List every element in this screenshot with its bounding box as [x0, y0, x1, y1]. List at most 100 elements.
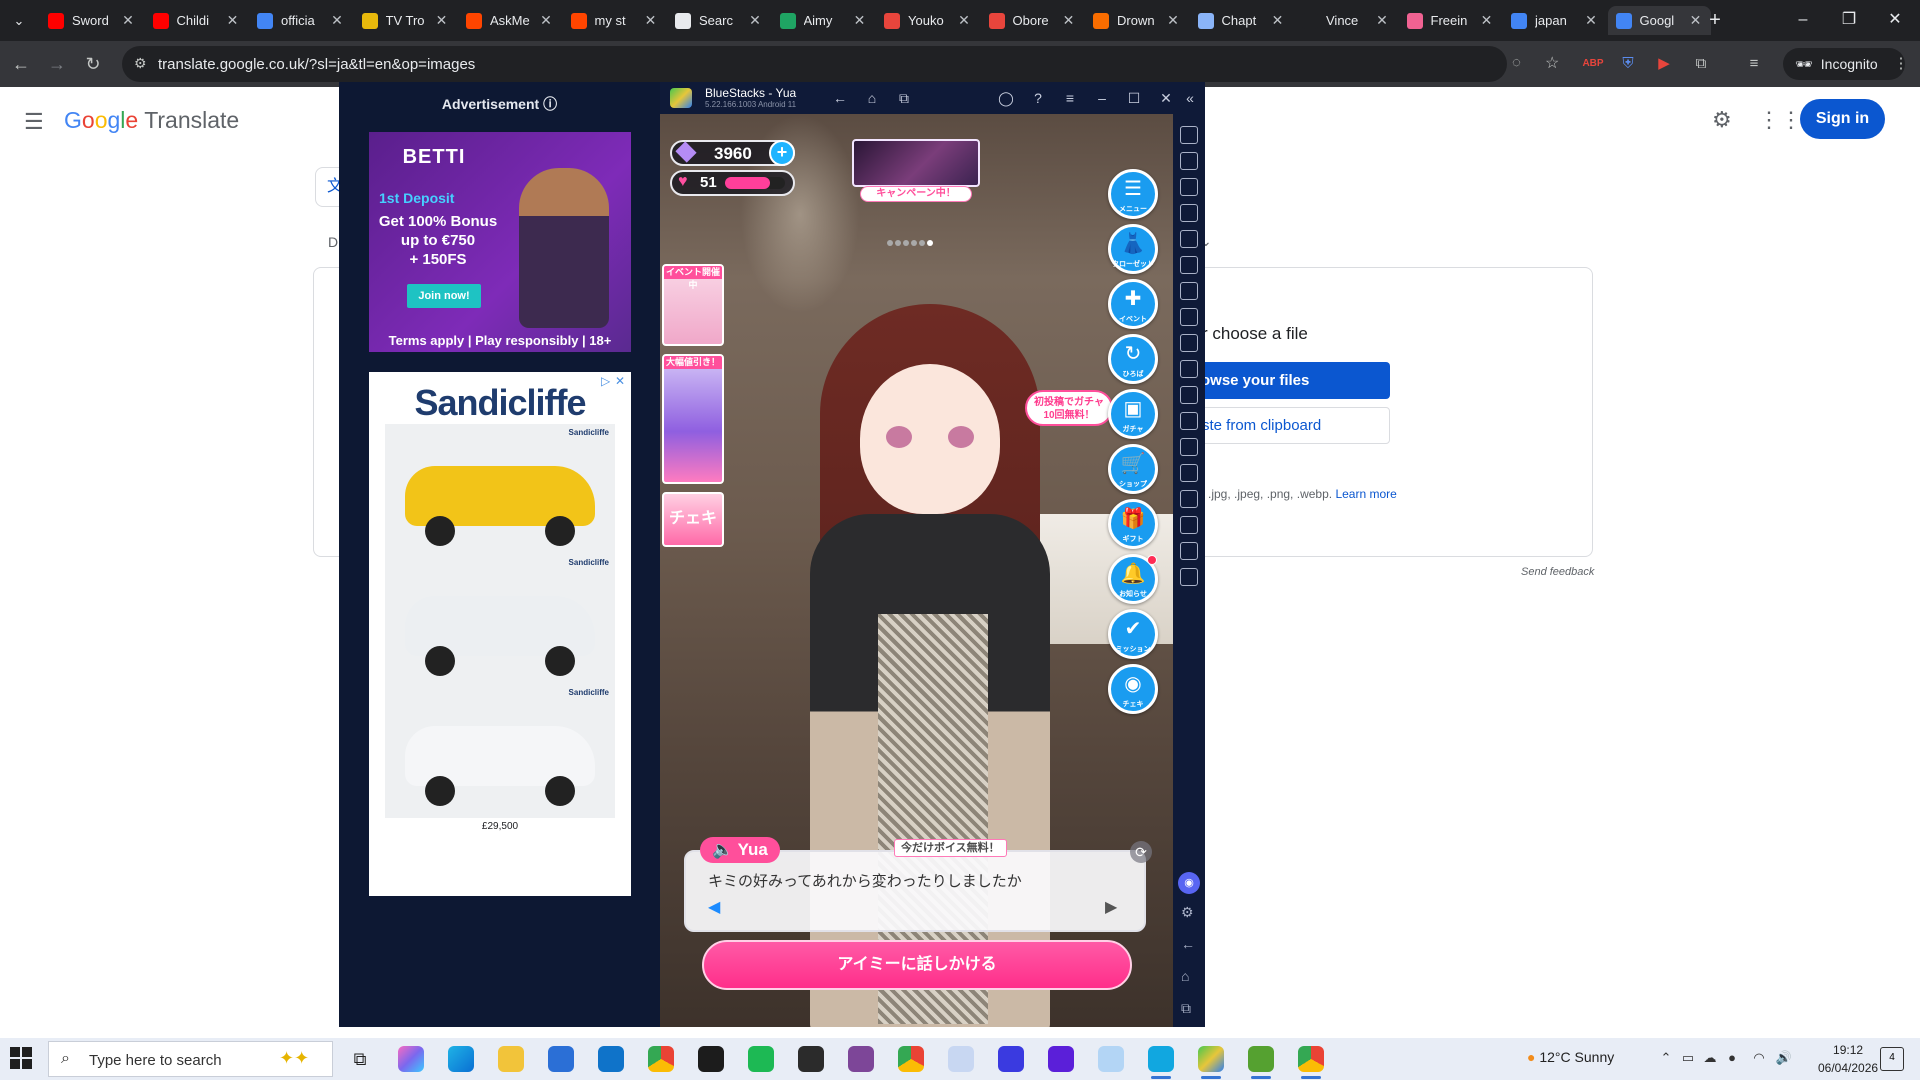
macro-icon[interactable]: [1180, 230, 1198, 248]
sign-in-button[interactable]: Sign in: [1800, 99, 1885, 139]
restore-button[interactable]: ❐: [1834, 8, 1864, 32]
spotify-icon[interactable]: [748, 1046, 774, 1072]
cheki-pack-banner[interactable]: チェキパック: [662, 492, 724, 547]
game-side-button[interactable]: ☰ メニュー: [1108, 169, 1158, 219]
banner-page-dot[interactable]: [887, 240, 893, 246]
add-gems-button[interactable]: +: [769, 140, 795, 166]
car-listing-image[interactable]: Sandicliffe: [385, 554, 615, 688]
browser-tab[interactable]: Googl ✕: [1607, 6, 1711, 35]
minecraft-icon[interactable]: [1248, 1046, 1274, 1072]
browser-tab[interactable]: Vince ✕: [1294, 6, 1397, 35]
browse-files-button[interactable]: owse your files: [1175, 362, 1390, 399]
fullscreen-icon[interactable]: [1180, 126, 1198, 144]
game-side-button[interactable]: ▣ ガチャ: [1108, 389, 1158, 439]
protonvpn-icon[interactable]: [998, 1046, 1024, 1072]
screenshot-icon[interactable]: [1180, 334, 1198, 352]
browser-tab[interactable]: Childi ✕: [145, 6, 248, 35]
home-icon[interactable]: ⌂: [862, 88, 882, 108]
tab-close-icon[interactable]: ✕: [1166, 12, 1180, 29]
game-side-button[interactable]: 👗 クローゼット: [1108, 224, 1158, 274]
notes-icon[interactable]: [1098, 1046, 1124, 1072]
banner-page-dot[interactable]: [903, 240, 909, 246]
google-translate-logo[interactable]: Google Translate: [64, 107, 239, 134]
tab-close-icon[interactable]: ✕: [226, 12, 240, 29]
browser-tab[interactable]: officia ✕: [249, 6, 352, 35]
apk-icon[interactable]: [1180, 308, 1198, 326]
tab-close-icon[interactable]: ✕: [957, 12, 971, 29]
paint-icon[interactable]: [948, 1046, 974, 1072]
weather-widget[interactable]: ● 12°C Sunny: [1527, 1049, 1614, 1065]
next-line-icon[interactable]: ▶: [1105, 897, 1117, 917]
game-side-button[interactable]: ↻ ひろば: [1108, 334, 1158, 384]
browser-tab[interactable]: TV Tro ✕: [354, 6, 457, 35]
speaker-name-tag[interactable]: 🔈 Yua: [700, 837, 780, 863]
tab-search-icon[interactable]: ⌄: [6, 8, 32, 34]
microphone-icon[interactable]: ●: [1723, 1049, 1741, 1067]
help-icon[interactable]: ?: [1028, 88, 1048, 108]
banner-page-dot[interactable]: [895, 240, 901, 246]
tab-close-icon[interactable]: ✕: [853, 12, 867, 29]
account-icon[interactable]: ◯: [996, 88, 1016, 108]
tab-close-icon[interactable]: ✕: [1375, 12, 1389, 29]
video-extension-icon[interactable]: ▶: [1653, 53, 1675, 75]
send-feedback-link[interactable]: Send feedback: [1521, 566, 1594, 578]
generic-app-icon[interactable]: [1148, 1046, 1174, 1072]
rotate-icon[interactable]: [1180, 256, 1198, 274]
tab-close-icon[interactable]: ✕: [1480, 12, 1494, 29]
bluestacks-icon[interactable]: [1198, 1046, 1224, 1072]
tab-close-icon[interactable]: ✕: [330, 12, 344, 29]
menu-icon[interactable]: ≡: [1060, 88, 1080, 108]
bs-close-icon[interactable]: ✕: [1156, 88, 1176, 108]
game-side-button[interactable]: 🔔 お知らせ: [1108, 554, 1158, 604]
campaign-label[interactable]: キャンペーン中！: [860, 186, 972, 202]
browser-tab[interactable]: Sword ✕: [40, 6, 143, 35]
campaign-banner[interactable]: [852, 139, 980, 187]
game-side-button[interactable]: 🎁 ギフト: [1108, 499, 1158, 549]
airplane-icon[interactable]: [1180, 386, 1198, 404]
copilot-icon[interactable]: [398, 1046, 424, 1072]
folder-icon[interactable]: [1180, 412, 1198, 430]
chrome-incognito-icon[interactable]: [1298, 1046, 1324, 1072]
game-side-button[interactable]: ◉ チェキ: [1108, 664, 1158, 714]
tab-close-icon[interactable]: ✕: [539, 12, 553, 29]
game-side-button[interactable]: 🛒 ショップ: [1108, 444, 1158, 494]
browser-tab[interactable]: Freein ✕: [1399, 6, 1502, 35]
incognito-indicator[interactable]: 🕶 Incognito: [1783, 48, 1905, 80]
location-icon[interactable]: [1180, 464, 1198, 482]
hamburger-menu-icon[interactable]: ☰: [24, 109, 44, 135]
collapse-sidebar-icon[interactable]: «: [1180, 88, 1200, 108]
network-icon[interactable]: ◠: [1750, 1049, 1768, 1067]
live-app-icon[interactable]: [698, 1046, 724, 1072]
sidebar-back-icon[interactable]: ←: [1181, 936, 1195, 952]
auto-play-icon[interactable]: ⟳: [1130, 841, 1152, 863]
bs-minimize-icon[interactable]: –: [1092, 88, 1112, 108]
tab-close-icon[interactable]: ✕: [644, 12, 658, 29]
browser-tab[interactable]: Obore ✕: [981, 6, 1084, 35]
adblock-extension-icon[interactable]: ABP: [1582, 53, 1604, 75]
sidebar-home-icon[interactable]: ⌂: [1181, 968, 1189, 984]
apps-grid-icon[interactable]: ⋮⋮: [1758, 107, 1802, 133]
outlook-icon[interactable]: [598, 1046, 624, 1072]
tab-close-icon[interactable]: ✕: [1584, 12, 1598, 29]
tray-device-icon[interactable]: ▭: [1679, 1049, 1697, 1067]
betti-ad[interactable]: BETTI 1st Deposit Get 100% Bonus up to €…: [369, 132, 631, 352]
address-bar[interactable]: ⚙ translate.google.co.uk/?sl=ja&tl=en&op…: [122, 46, 1559, 82]
learn-more-link[interactable]: Learn more: [1335, 487, 1396, 501]
keyboard-icon[interactable]: [1180, 204, 1198, 222]
tor-browser-icon[interactable]: [848, 1046, 874, 1072]
car-listing-image[interactable]: Sandicliffe: [385, 684, 615, 818]
game-side-button[interactable]: ✚ イベント: [1108, 279, 1158, 329]
browser-tab[interactable]: Youko ✕: [876, 6, 979, 35]
gamepad-icon[interactable]: [1180, 282, 1198, 300]
more-menu-icon[interactable]: ⋮: [1890, 53, 1912, 75]
game-side-button[interactable]: ✔ ミッション: [1108, 609, 1158, 659]
event-banner-sale[interactable]: 大幅値引き！: [662, 354, 724, 484]
video-editor-icon[interactable]: [1048, 1046, 1074, 1072]
taskbar-search-box[interactable]: ⌕ Type here to search ✦✦: [48, 1041, 333, 1077]
browser-tab[interactable]: AskMe ✕: [458, 6, 561, 35]
discord-icon[interactable]: ◉: [1178, 872, 1200, 894]
volume-icon[interactable]: [1180, 152, 1198, 170]
talk-to-aimy-button[interactable]: アイミーに話しかける: [702, 940, 1132, 990]
banner-page-dot[interactable]: [911, 240, 917, 246]
gacha-promo-tooltip[interactable]: 初投稿でガチャ 10回無料！: [1025, 390, 1113, 426]
